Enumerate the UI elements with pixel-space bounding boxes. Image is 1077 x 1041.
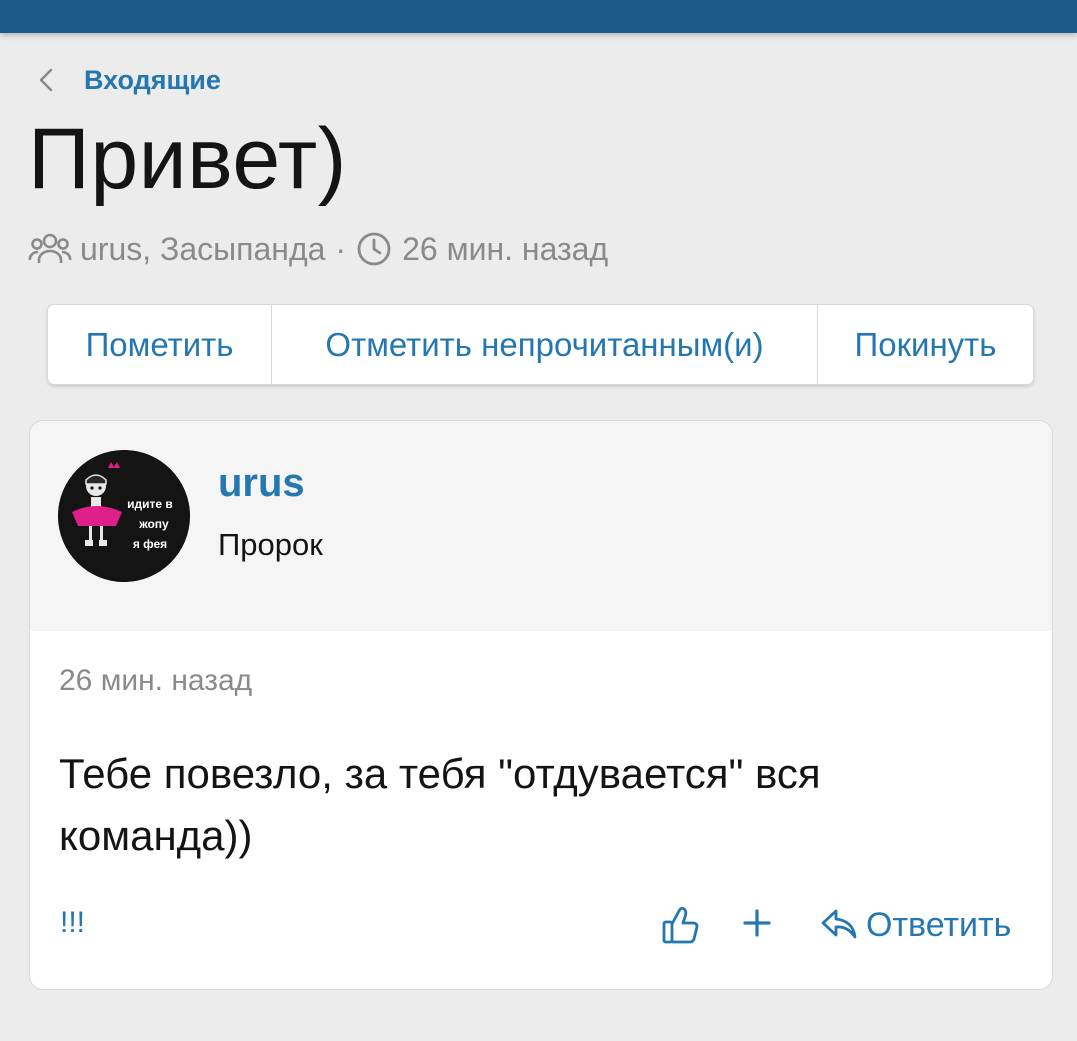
flag-link[interactable]: !!! — [60, 906, 85, 940]
message-body: Тебе повезло, за тебя "отдувается" вся к… — [59, 750, 821, 859]
message-card: идите в жопу я фея urus Пророк 26 мин. н… — [29, 420, 1053, 990]
breadcrumb-back[interactable]: Входящие — [32, 60, 221, 100]
conversation-time: 26 мин. назад — [402, 230, 609, 267]
plus-icon[interactable] — [742, 903, 772, 943]
message-time: 26 мин. назад — [59, 664, 253, 697]
avatar[interactable]: идите в жопу я фея — [58, 450, 190, 582]
leave-button[interactable]: Покинуть — [818, 305, 1033, 384]
author-role: Пророк — [218, 527, 323, 562]
mark-button[interactable]: Пометить — [48, 305, 272, 384]
thumbs-up-icon[interactable] — [662, 905, 700, 945]
clock-icon — [357, 232, 391, 266]
avatar-text-3: я фея — [133, 537, 167, 551]
reply-button[interactable]: Ответить — [820, 901, 1011, 949]
page-title: Привет) — [28, 111, 347, 207]
avatar-text-2: жопу — [138, 517, 169, 531]
participants-text: urus, Засыпанда — [80, 230, 326, 267]
reply-icon — [821, 909, 857, 939]
mark-unread-button[interactable]: Отметить непрочитанным(и) — [272, 305, 818, 384]
chevron-left-icon — [39, 68, 53, 92]
meta-separator: · — [335, 230, 347, 267]
avatar-text-1: идите в — [127, 497, 173, 511]
avatar-image: идите в жопу я фея — [58, 450, 190, 582]
breadcrumb-label[interactable]: Входящие — [84, 65, 221, 96]
conversation-actions: Пометить Отметить непрочитанным(и) Покин… — [47, 304, 1034, 385]
conversation-meta: urus, Засыпанда · 26 мин. назад — [28, 226, 608, 272]
users-icon — [28, 233, 72, 263]
top-app-bar — [0, 0, 1077, 33]
reply-label[interactable]: Ответить — [866, 906, 1011, 945]
author-name[interactable]: urus — [218, 461, 305, 506]
